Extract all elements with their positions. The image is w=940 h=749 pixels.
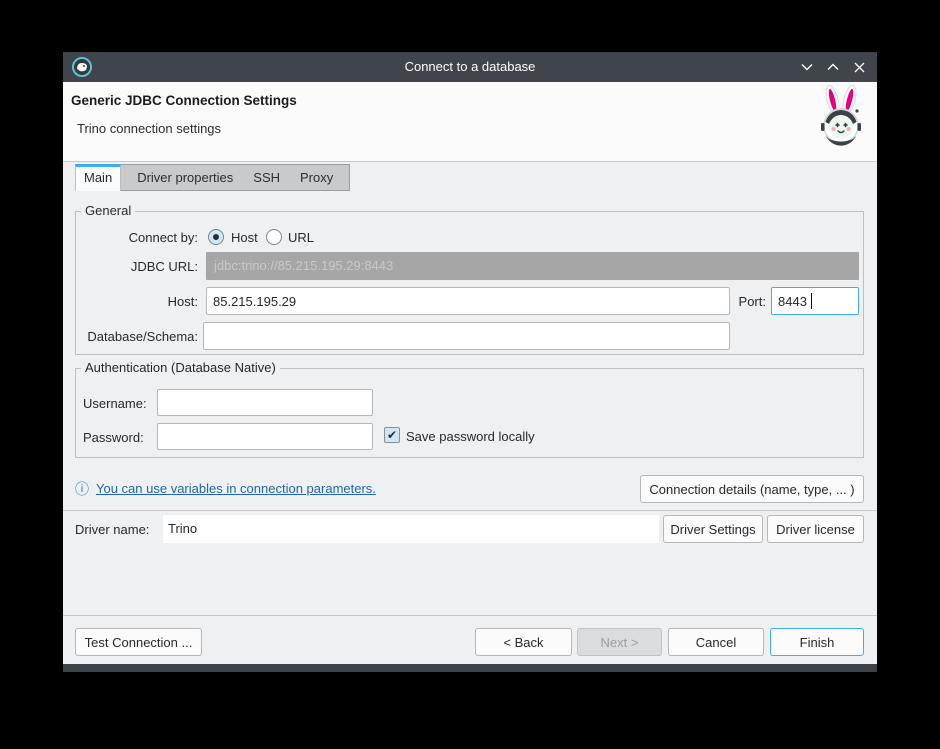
host-label: Host: bbox=[76, 294, 198, 309]
connection-details-button[interactable]: Connection details (name, type, ... ) bbox=[640, 475, 864, 503]
window-title: Connect to a database bbox=[405, 52, 536, 82]
url-radio[interactable] bbox=[266, 229, 282, 245]
driver-name-field: Trino bbox=[163, 515, 659, 543]
tab-main[interactable]: Main bbox=[75, 164, 121, 191]
chevron-up-icon bbox=[827, 63, 839, 71]
jdbc-url-label: JDBC URL: bbox=[76, 259, 198, 274]
driver-license-button[interactable]: Driver license bbox=[767, 515, 864, 543]
tab-driver-properties[interactable]: Driver properties bbox=[127, 165, 243, 190]
driver-settings-button[interactable]: Driver Settings bbox=[663, 515, 763, 543]
username-input[interactable] bbox=[157, 389, 373, 416]
tab-proxy[interactable]: Proxy bbox=[290, 165, 343, 190]
window-bottom-edge bbox=[63, 664, 877, 672]
cancel-button[interactable]: Cancel bbox=[668, 628, 764, 656]
separator-line bbox=[63, 615, 877, 616]
finish-button[interactable]: Finish bbox=[770, 628, 864, 656]
text-caret bbox=[811, 293, 812, 309]
window-controls bbox=[799, 52, 867, 82]
desktop-background: Connect to a database bbox=[0, 0, 940, 749]
database-label: Database/Schema: bbox=[76, 329, 198, 344]
page-title: Generic JDBC Connection Settings bbox=[71, 93, 297, 108]
minimize-button[interactable] bbox=[799, 59, 815, 75]
inactive-tab-group: Driver properties SSH Proxy bbox=[120, 164, 350, 191]
separator-line bbox=[63, 510, 877, 511]
database-input[interactable] bbox=[203, 322, 730, 350]
tab-bar: Main Driver properties SSH Proxy bbox=[75, 164, 350, 191]
authentication-legend: Authentication (Database Native) bbox=[81, 360, 280, 375]
driver-name-label: Driver name: bbox=[75, 522, 149, 537]
general-legend: General bbox=[81, 203, 135, 218]
save-password-checkbox[interactable]: ✔ bbox=[384, 427, 400, 443]
tab-ssh[interactable]: SSH bbox=[243, 165, 290, 190]
host-input[interactable] bbox=[206, 287, 730, 315]
close-button[interactable] bbox=[851, 59, 867, 75]
maximize-button[interactable] bbox=[825, 59, 841, 75]
trino-bunny-logo-icon bbox=[811, 84, 869, 148]
connect-dialog-window: Connect to a database bbox=[63, 52, 877, 672]
port-input[interactable] bbox=[771, 287, 859, 315]
jdbc-url-field: jdbc:trino://85.215.195.29:8443 bbox=[206, 252, 859, 280]
checkmark-icon: ✔ bbox=[387, 428, 397, 442]
host-radio-label[interactable]: Host bbox=[231, 230, 258, 245]
chevron-down-icon bbox=[801, 63, 813, 71]
next-button: Next > bbox=[577, 628, 662, 656]
titlebar[interactable]: Connect to a database bbox=[63, 52, 877, 82]
port-label: Port: bbox=[706, 294, 766, 309]
info-icon: ⓘ bbox=[75, 482, 89, 496]
authentication-groupbox: Authentication (Database Native) Usernam… bbox=[75, 368, 864, 458]
close-icon bbox=[854, 62, 865, 73]
password-input[interactable] bbox=[157, 423, 373, 450]
username-label: Username: bbox=[83, 396, 147, 411]
save-password-label[interactable]: Save password locally bbox=[406, 429, 535, 444]
back-button[interactable]: < Back bbox=[475, 628, 572, 656]
page-subtitle: Trino connection settings bbox=[77, 121, 221, 136]
test-connection-button[interactable]: Test Connection ... bbox=[75, 628, 202, 656]
host-radio[interactable] bbox=[208, 229, 224, 245]
password-label: Password: bbox=[83, 430, 144, 445]
url-radio-label[interactable]: URL bbox=[288, 230, 314, 245]
wizard-header: Generic JDBC Connection Settings Trino c… bbox=[63, 82, 877, 162]
general-groupbox: General Connect by: Host URL JDBC URL: j… bbox=[75, 211, 864, 355]
variables-link[interactable]: You can use variables in connection para… bbox=[96, 481, 376, 496]
dbeaver-app-icon bbox=[72, 57, 92, 77]
connect-by-label: Connect by: bbox=[76, 230, 198, 245]
